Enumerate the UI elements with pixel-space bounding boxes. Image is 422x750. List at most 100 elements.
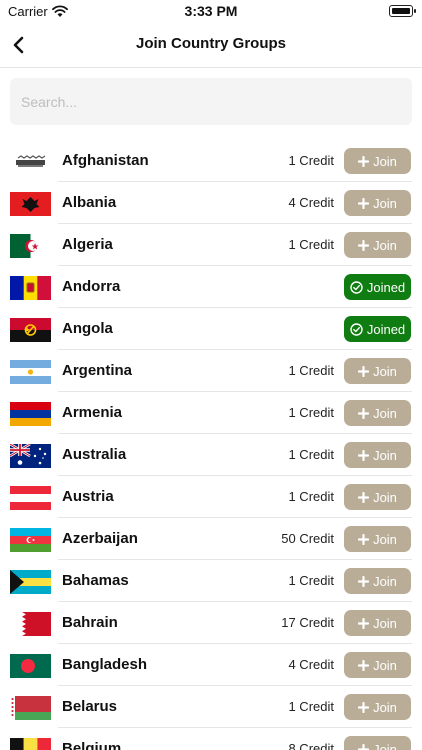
button-label: Join	[373, 363, 397, 379]
country-name: Argentina	[62, 362, 133, 379]
button-label: Join	[373, 741, 397, 750]
credit-cost: 1 Credit	[288, 573, 334, 588]
country-name: Algeria	[62, 236, 113, 253]
australia-flag-icon	[10, 444, 51, 468]
country-row[interactable]: Belarus 1 Credit Join	[0, 686, 422, 728]
join-button[interactable]: Join	[344, 526, 411, 552]
bahrain-flag-icon	[10, 612, 51, 636]
plus-icon	[358, 659, 370, 671]
button-label: Join	[373, 657, 397, 673]
page-title: Join Country Groups	[136, 35, 286, 52]
join-button[interactable]: Join	[344, 652, 411, 678]
button-label: Join	[373, 153, 397, 169]
plus-icon	[358, 155, 370, 167]
plus-icon	[358, 491, 370, 503]
country-row[interactable]: Algeria 1 Credit Join	[0, 224, 422, 266]
check-circle-icon	[350, 280, 363, 294]
button-label: Joined	[366, 279, 406, 295]
country-name: Afghanistan	[62, 152, 149, 169]
algeria-flag-icon	[10, 234, 51, 258]
join-button[interactable]: Join	[344, 190, 411, 216]
country-list: Afghanistan 1 Credit Join Albania 4 Credit Jo…	[0, 140, 422, 750]
country-row[interactable]: Argentina 1 Credit Join	[0, 350, 422, 392]
country-name: Belgium	[62, 740, 122, 750]
country-row[interactable]: Afghanistan 1 Credit Join	[0, 140, 422, 182]
join-button[interactable]: Join	[344, 232, 411, 258]
country-name: Albania	[62, 194, 117, 211]
austria-flag-icon	[10, 486, 51, 510]
country-row[interactable]: Bahamas 1 Credit Join	[0, 560, 422, 602]
search-input[interactable]	[10, 78, 412, 125]
country-name: Angola	[62, 320, 113, 337]
credit-cost: 1 Credit	[288, 237, 334, 252]
plus-icon	[358, 239, 370, 251]
credit-cost: 1 Credit	[288, 489, 334, 504]
chevron-left-icon	[13, 36, 24, 54]
join-button[interactable]: Join	[344, 568, 411, 594]
country-row[interactable]: Albania 4 Credit Join	[0, 182, 422, 224]
joined-button[interactable]: Joined	[344, 316, 411, 342]
join-button[interactable]: Join	[344, 736, 411, 750]
country-row[interactable]: Australia 1 Credit Join	[0, 434, 422, 476]
argentina-flag-icon	[10, 360, 51, 384]
join-button[interactable]: Join	[344, 148, 411, 174]
plus-icon	[358, 365, 370, 377]
country-row[interactable]: Belgium 8 Credit Join	[0, 728, 422, 750]
join-button[interactable]: Join	[344, 694, 411, 720]
country-row[interactable]: Austria 1 Credit Join	[0, 476, 422, 518]
country-row[interactable]: Bangladesh 4 Credit Join	[0, 644, 422, 686]
country-name: Armenia	[62, 404, 123, 421]
join-button[interactable]: Join	[344, 610, 411, 636]
credit-cost: 50 Credit	[281, 531, 334, 546]
country-row[interactable]: Armenia 1 Credit Join	[0, 392, 422, 434]
navigation-bar: Join Country Groups	[0, 24, 422, 68]
button-label: Join	[373, 237, 397, 253]
country-name: Azerbaijan	[62, 530, 138, 547]
country-row[interactable]: Bahrain 17 Credit Join	[0, 602, 422, 644]
credit-cost: 17 Credit	[281, 615, 334, 630]
plus-icon	[358, 533, 370, 545]
button-label: Join	[373, 489, 397, 505]
country-name: Bahrain	[62, 614, 118, 631]
belarus-flag-icon	[10, 696, 51, 720]
country-name: Belarus	[62, 698, 118, 715]
afghanistan-flag-icon	[10, 150, 51, 174]
credit-cost: 1 Credit	[288, 405, 334, 420]
plus-icon	[358, 407, 370, 419]
join-button[interactable]: Join	[344, 442, 411, 468]
belgium-flag-icon	[10, 738, 51, 750]
plus-icon	[358, 743, 370, 750]
button-label: Join	[373, 699, 397, 715]
join-button[interactable]: Join	[344, 400, 411, 426]
button-label: Join	[373, 447, 397, 463]
credit-cost: 4 Credit	[288, 657, 334, 672]
credit-cost: 1 Credit	[288, 699, 334, 714]
plus-icon	[358, 701, 370, 713]
credit-cost: 4 Credit	[288, 195, 334, 210]
battery-icon	[389, 5, 416, 17]
status-bar: Carrier 3:33 PM	[0, 0, 422, 24]
andorra-flag-icon	[10, 276, 51, 300]
bangladesh-flag-icon	[10, 654, 51, 678]
button-label: Join	[373, 405, 397, 421]
credit-cost: 8 Credit	[288, 741, 334, 750]
country-row[interactable]: Azerbaijan 50 Credit Join	[0, 518, 422, 560]
back-button[interactable]	[6, 32, 32, 58]
country-row[interactable]: Angola Joined	[0, 308, 422, 350]
button-label: Joined	[366, 321, 406, 337]
button-label: Join	[373, 615, 397, 631]
country-name: Bahamas	[62, 572, 129, 589]
azerbaijan-flag-icon	[10, 528, 51, 552]
join-button[interactable]: Join	[344, 358, 411, 384]
country-name: Bangladesh	[62, 656, 148, 673]
country-row[interactable]: Andorra Joined	[0, 266, 422, 308]
bahamas-flag-icon	[10, 570, 51, 594]
clock: 3:33 PM	[184, 3, 238, 19]
joined-button[interactable]: Joined	[344, 274, 411, 300]
join-button[interactable]: Join	[344, 484, 411, 510]
country-name: Austria	[62, 488, 114, 505]
plus-icon	[358, 575, 370, 587]
plus-icon	[358, 617, 370, 629]
albania-flag-icon	[10, 192, 51, 216]
plus-icon	[358, 449, 370, 461]
